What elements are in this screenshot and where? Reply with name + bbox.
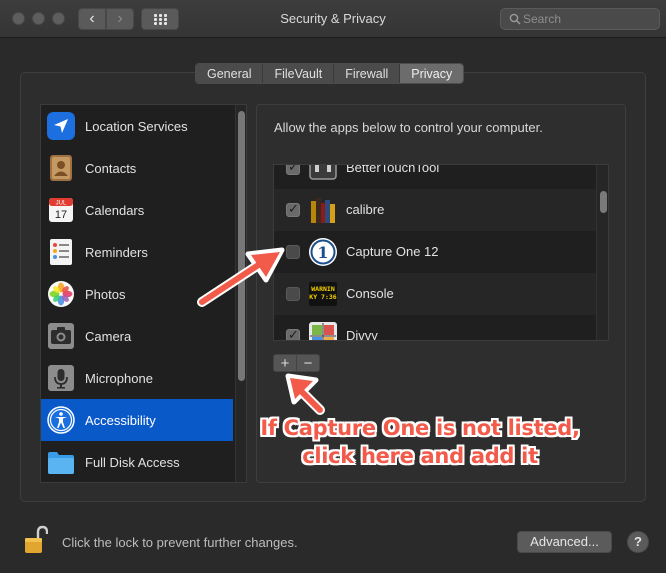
annotation-line-2: click here and add it bbox=[302, 444, 538, 468]
calendar-month: JUL bbox=[56, 201, 67, 207]
tab-filevault[interactable]: FileVault bbox=[263, 64, 335, 83]
sidebar-item-label: Camera bbox=[85, 328, 132, 344]
checkmark-icon: ✓ bbox=[288, 327, 299, 341]
divvy-grid-icon bbox=[309, 322, 337, 340]
sidebar-item-label: Contacts bbox=[85, 160, 137, 176]
sidebar-item-location-services[interactable]: Location Services bbox=[41, 105, 233, 147]
console-icon-text-1: WARNIN bbox=[311, 285, 335, 293]
app-checkbox[interactable]: ✓ bbox=[286, 164, 300, 175]
app-label: BetterTouchTool bbox=[346, 164, 440, 175]
search-field[interactable]: Search bbox=[500, 8, 660, 30]
capture-one-icon: 1 bbox=[309, 238, 337, 266]
app-list: ✓ BetterTouchTool ✓ calibre 1 Capture On… bbox=[273, 164, 609, 341]
microphone-icon bbox=[48, 365, 74, 391]
checkmark-icon: ✓ bbox=[288, 201, 299, 216]
sidebar-item-calendars[interactable]: JUL 17 Calendars bbox=[41, 189, 233, 231]
console-icon-text-2: KY 7:36 bbox=[309, 293, 336, 301]
app-checkbox[interactable]: ✓ bbox=[286, 201, 300, 217]
contacts-book-icon bbox=[50, 155, 72, 181]
tab-bar: General FileVault Firewall Privacy bbox=[195, 63, 465, 84]
app-label: calibre bbox=[346, 202, 385, 217]
console-icon: WARNIN KY 7:36 bbox=[309, 282, 337, 306]
advanced-button[interactable]: Advanced... bbox=[517, 531, 612, 553]
capture-one-icon-text: 1 bbox=[317, 243, 328, 262]
tab-privacy[interactable]: Privacy bbox=[400, 64, 464, 83]
sidebar-item-microphone[interactable]: Microphone bbox=[41, 357, 233, 399]
reminders-list-icon bbox=[50, 239, 72, 265]
sidebar-item-label: Photos bbox=[85, 286, 126, 302]
search-icon bbox=[509, 13, 521, 25]
app-row-bettertouchtool[interactable]: ✓ BetterTouchTool bbox=[274, 164, 596, 189]
sidebar-item-label: Reminders bbox=[85, 244, 148, 260]
app-list-scrollbar[interactable] bbox=[596, 165, 608, 340]
folder-icon bbox=[48, 452, 74, 474]
app-list-scroll-thumb[interactable] bbox=[600, 191, 607, 213]
sidebar-item-full-disk-access[interactable]: Full Disk Access bbox=[41, 441, 233, 482]
sidebar-item-label: Full Disk Access bbox=[85, 454, 180, 470]
annotation-text: If Capture One is not listed, click here… bbox=[250, 414, 590, 470]
sidebar-item-label: Microphone bbox=[85, 370, 153, 386]
sidebar-item-camera[interactable]: Camera bbox=[41, 315, 233, 357]
annotation-arrow-to-add-button bbox=[285, 373, 325, 415]
help-button[interactable]: ? bbox=[627, 531, 649, 553]
remove-app-button[interactable]: − bbox=[296, 354, 320, 372]
app-label: Console bbox=[346, 286, 394, 301]
search-placeholder: Search bbox=[523, 12, 562, 26]
annotation-arrow-to-capture-one bbox=[197, 247, 285, 307]
sidebar-item-contacts[interactable]: Contacts bbox=[41, 147, 233, 189]
checkmark-icon: ✓ bbox=[288, 164, 299, 174]
photos-flower-icon bbox=[48, 281, 74, 307]
app-checkbox[interactable]: ✓ bbox=[286, 327, 300, 341]
location-arrow-icon bbox=[47, 112, 75, 140]
app-row-calibre[interactable]: ✓ calibre bbox=[274, 189, 596, 231]
calendar-icon: JUL 17 bbox=[49, 198, 73, 222]
tab-firewall[interactable]: Firewall bbox=[334, 64, 401, 83]
sidebar-item-label: Accessibility bbox=[85, 412, 156, 428]
accessibility-icon bbox=[47, 406, 75, 434]
app-label: Capture One 12 bbox=[346, 244, 439, 259]
app-row-divvy[interactable]: ✓ Divvy bbox=[274, 315, 596, 341]
app-row-console[interactable]: WARNIN KY 7:36 Console bbox=[274, 273, 596, 315]
sidebar-item-label: Calendars bbox=[85, 202, 145, 218]
bettertouchtool-icon bbox=[309, 165, 337, 180]
camera-icon bbox=[48, 323, 74, 349]
sidebar-item-label: Location Services bbox=[85, 118, 188, 134]
lock-status-text: Click the lock to prevent further change… bbox=[62, 535, 298, 550]
add-app-button[interactable]: + bbox=[273, 354, 297, 372]
title-bar: ‹ › Security & Privacy Search bbox=[0, 0, 666, 38]
sidebar-item-accessibility[interactable]: Accessibility bbox=[41, 399, 233, 441]
app-row-capture-one-12[interactable]: 1 Capture One 12 bbox=[274, 231, 596, 273]
app-label: Divvy bbox=[346, 328, 378, 341]
lock-icon[interactable] bbox=[24, 525, 48, 555]
annotation-line-1: If Capture One is not listed, bbox=[260, 416, 580, 440]
panel-description: Allow the apps below to control your com… bbox=[274, 120, 543, 135]
calendar-day: 17 bbox=[55, 209, 67, 221]
calibre-books-icon bbox=[311, 198, 335, 223]
tab-general[interactable]: General bbox=[196, 64, 264, 83]
